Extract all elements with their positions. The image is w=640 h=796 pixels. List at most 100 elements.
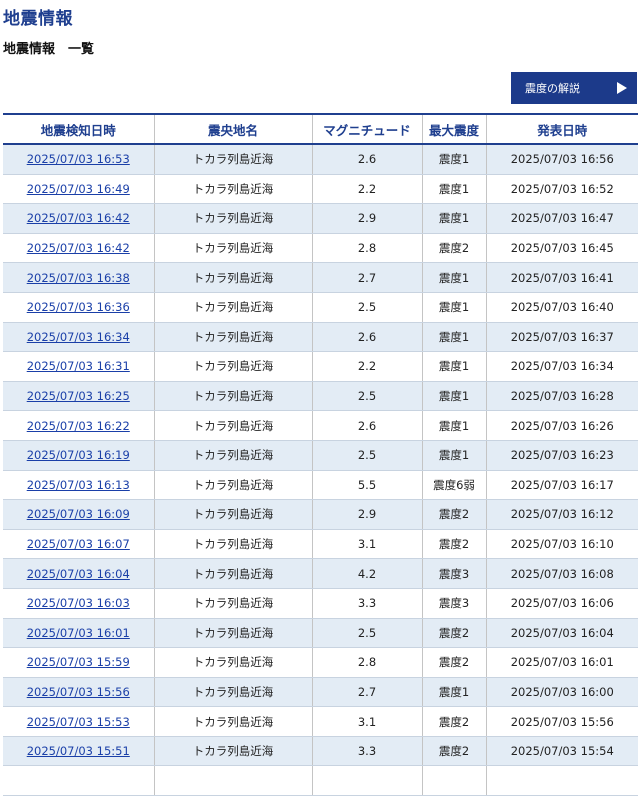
cell-detected: 2025/07/03 16:42 [3, 203, 155, 234]
cell-epicenter: トカラ列島近海 [153, 174, 313, 205]
detected-time-link[interactable]: 2025/07/03 16:31 [27, 359, 130, 373]
cell-epicenter: トカラ列島近海 [153, 706, 313, 737]
cell-announced: 2025/07/03 16:01 [485, 647, 638, 678]
earthquake-table: 地震検知日時 震央地名 マグニチュード 最大震度 発表日時 2025/07/03… [3, 113, 638, 796]
detected-time-link[interactable]: 2025/07/03 16:25 [27, 389, 130, 403]
cell-intensity: 震度1 [421, 440, 487, 471]
cell-intensity: 震度2 [421, 233, 487, 264]
cell-epicenter: トカラ列島近海 [153, 292, 313, 323]
table-body: 2025/07/03 16:53 トカラ列島近海 2.6 震度1 2025/07/03 … [3, 144, 638, 796]
table-row: 2025/07/03 16:09 トカラ列島近海 2.9 震度2 2025/07/03 … [3, 499, 638, 530]
page-title: 地震情報 [3, 9, 73, 29]
cell-detected: 2025/07/03 16:19 [3, 440, 155, 471]
cell-epicenter: トカラ列島近海 [153, 618, 313, 649]
cell-epicenter: トカラ列島近海 [153, 470, 313, 501]
cell-magnitude [311, 765, 423, 796]
table-row: 2025/07/03 16:19 トカラ列島近海 2.5 震度1 2025/07/03 … [3, 440, 638, 471]
cell-intensity: 震度1 [421, 351, 487, 382]
cell-announced: 2025/07/03 16:12 [485, 499, 638, 530]
detected-time-link[interactable]: 2025/07/03 16:53 [27, 152, 130, 166]
table-row: 2025/07/03 16:22 トカラ列島近海 2.6 震度1 2025/07/03 … [3, 410, 638, 441]
cell-intensity: 震度1 [421, 677, 487, 708]
cell-intensity: 震度1 [421, 144, 487, 175]
detected-time-link[interactable]: 2025/07/03 16:13 [27, 478, 130, 492]
detected-time-link[interactable]: 2025/07/03 16:07 [27, 537, 130, 551]
cell-magnitude: 2.2 [311, 174, 423, 205]
cell-announced: 2025/07/03 16:47 [485, 203, 638, 234]
cell-announced: 2025/07/03 16:40 [485, 292, 638, 323]
cell-epicenter: トカラ列島近海 [153, 499, 313, 530]
table-row: 2025/07/03 16:07 トカラ列島近海 3.1 震度2 2025/07/03 … [3, 529, 638, 560]
detected-time-link[interactable]: 2025/07/03 16:38 [27, 271, 130, 285]
cell-announced: 2025/07/03 16:34 [485, 351, 638, 382]
column-header-detected: 地震検知日時 [3, 113, 155, 145]
cell-intensity: 震度2 [421, 499, 487, 530]
cell-announced: 2025/07/03 16:04 [485, 618, 638, 649]
detected-time-link[interactable]: 2025/07/03 15:51 [27, 744, 130, 758]
page-subtitle: 地震情報 一覧 [3, 42, 95, 57]
cell-announced: 2025/07/03 16:41 [485, 262, 638, 293]
cell-epicenter: トカラ列島近海 [153, 203, 313, 234]
detected-time-link[interactable]: 2025/07/03 16:42 [27, 241, 130, 255]
detected-time-link[interactable]: 2025/07/03 15:56 [27, 685, 130, 699]
cell-magnitude: 2.5 [311, 440, 423, 471]
cell-epicenter: トカラ列島近海 [153, 529, 313, 560]
cell-detected: 2025/07/03 16:04 [3, 558, 155, 589]
cell-announced: 2025/07/03 16:52 [485, 174, 638, 205]
cell-detected: 2025/07/03 16:42 [3, 233, 155, 264]
cell-detected: 2025/07/03 16:34 [3, 322, 155, 353]
page: 地震情報 地震情報 一覧 震度の解説 地震検知日時 震央地名 マグニチュード 最… [0, 0, 640, 796]
detected-time-link[interactable]: 2025/07/03 15:59 [27, 655, 130, 669]
cell-intensity: 震度1 [421, 410, 487, 441]
intensity-guide-label: 震度の解説 [525, 82, 580, 95]
cell-detected: 2025/07/03 16:31 [3, 351, 155, 382]
cell-detected: 2025/07/03 16:07 [3, 529, 155, 560]
detected-time-link[interactable]: 2025/07/03 16:49 [27, 182, 130, 196]
cell-announced: 2025/07/03 16:06 [485, 588, 638, 619]
detected-time-link[interactable]: 2025/07/03 16:36 [27, 300, 130, 314]
cell-magnitude: 3.3 [311, 736, 423, 767]
detected-time-link[interactable]: 2025/07/03 16:19 [27, 448, 130, 462]
cell-intensity: 震度1 [421, 322, 487, 353]
cell-announced: 2025/07/03 16:56 [485, 144, 638, 175]
cell-intensity: 震度1 [421, 381, 487, 412]
detected-time-link[interactable]: 2025/07/03 16:22 [27, 419, 130, 433]
column-header-magnitude: マグニチュード [311, 113, 423, 145]
column-header-announced: 発表日時 [485, 113, 638, 145]
cell-announced: 2025/07/03 15:54 [485, 736, 638, 767]
cell-detected: 2025/07/03 15:56 [3, 677, 155, 708]
cell-intensity: 震度2 [421, 736, 487, 767]
intensity-guide-button[interactable]: 震度の解説 [511, 72, 637, 104]
table-row: 2025/07/03 15:59 トカラ列島近海 2.8 震度2 2025/07/03 … [3, 647, 638, 678]
cell-intensity [421, 765, 487, 796]
cell-announced: 2025/07/03 15:56 [485, 706, 638, 737]
cell-detected: 2025/07/03 15:53 [3, 706, 155, 737]
cell-intensity: 震度2 [421, 529, 487, 560]
cell-intensity: 震度1 [421, 292, 487, 323]
cell-magnitude: 3.1 [311, 529, 423, 560]
table-row: 2025/07/03 16:03 トカラ列島近海 3.3 震度3 2025/07/03 … [3, 588, 638, 619]
table-row: 2025/07/03 15:53 トカラ列島近海 3.1 震度2 2025/07/03 … [3, 706, 638, 737]
cell-magnitude: 5.5 [311, 470, 423, 501]
cell-magnitude: 3.1 [311, 706, 423, 737]
cell-epicenter: トカラ列島近海 [153, 647, 313, 678]
detected-time-link[interactable]: 2025/07/03 16:01 [27, 626, 130, 640]
cell-magnitude: 2.2 [311, 351, 423, 382]
detected-time-link[interactable]: 2025/07/03 16:09 [27, 507, 130, 521]
cell-magnitude: 4.2 [311, 558, 423, 589]
detected-time-link[interactable]: 2025/07/03 16:04 [27, 567, 130, 581]
cell-announced: 2025/07/03 16:17 [485, 470, 638, 501]
detected-time-link[interactable]: 2025/07/03 16:03 [27, 596, 130, 610]
table-row: 2025/07/03 16:01 トカラ列島近海 2.5 震度2 2025/07/03 … [3, 618, 638, 649]
cell-magnitude: 2.8 [311, 233, 423, 264]
detected-time-link[interactable]: 2025/07/03 16:42 [27, 211, 130, 225]
cell-magnitude: 2.6 [311, 322, 423, 353]
cell-magnitude: 2.8 [311, 647, 423, 678]
table-row: 2025/07/03 15:51 トカラ列島近海 3.3 震度2 2025/07/03 … [3, 736, 638, 767]
table-row: 2025/07/03 16:38 トカラ列島近海 2.7 震度1 2025/07/03 … [3, 262, 638, 293]
table-row [3, 765, 638, 796]
cell-epicenter: トカラ列島近海 [153, 144, 313, 175]
cell-intensity: 震度6弱 [421, 470, 487, 501]
detected-time-link[interactable]: 2025/07/03 15:53 [27, 715, 130, 729]
detected-time-link[interactable]: 2025/07/03 16:34 [27, 330, 130, 344]
